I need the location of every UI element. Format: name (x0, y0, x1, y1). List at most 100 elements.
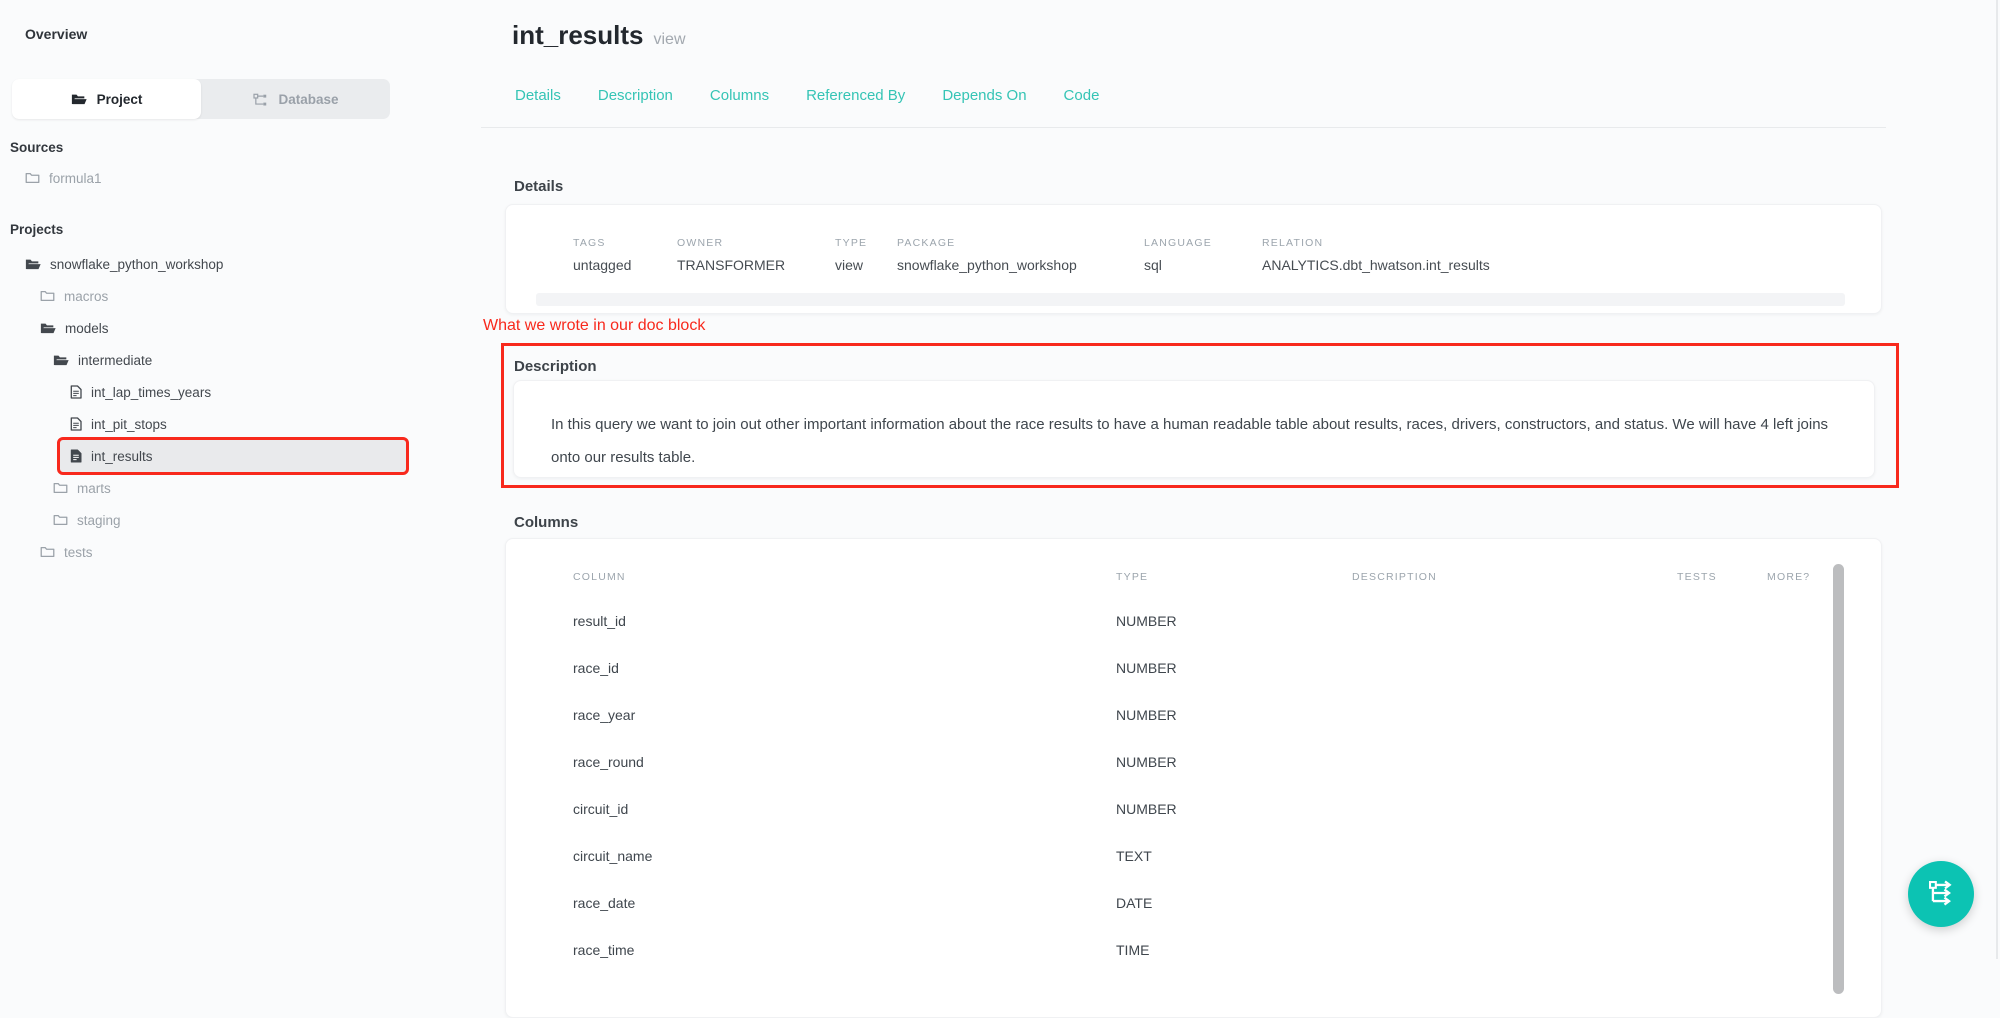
detail-field-owner: OWNERTRANSFORMER (677, 237, 835, 273)
project-toggle-button[interactable]: Project (12, 79, 201, 119)
columns-table-body: result_idNUMBERrace_idNUMBERrace_yearNUM… (573, 597, 1881, 973)
tree-item-label: intermediate (78, 353, 152, 368)
tree-item-int-results[interactable]: int_results (60, 440, 406, 472)
tree-item-label: tests (64, 545, 93, 560)
detail-field-label: TYPE (835, 237, 897, 249)
columns-heading: Columns (514, 514, 578, 531)
table-row-race-id[interactable]: race_idNUMBER (573, 644, 1881, 691)
tree-item-label: macros (64, 289, 108, 304)
folder-open-icon (53, 354, 69, 367)
detail-field-type: TYPE view (835, 237, 897, 273)
tree-item-marts[interactable]: marts (0, 472, 440, 504)
column-type-cell: TEXT (1116, 848, 1352, 864)
annotation-text: What we wrote in our doc block (483, 317, 705, 335)
column-type-cell: TIME (1116, 942, 1352, 958)
column-name-cell: circuit_name (573, 848, 1116, 864)
columns-table: COLUMNTYPEDESCRIPTIONTESTSMORE? result_i… (506, 539, 1881, 973)
main-content: int_results view Details Description Colum… (505, 0, 1882, 959)
details-heading: Details (514, 178, 563, 195)
table-row-race-time[interactable]: race_timeTIME (573, 926, 1881, 973)
tab-details[interactable]: Details (515, 87, 561, 104)
tree-item-macros[interactable]: macros (0, 280, 440, 312)
vertical-scrollbar-thumb[interactable] (1833, 564, 1844, 994)
tab-code[interactable]: Code (1064, 87, 1100, 104)
tree-item-int-pit-stops[interactable]: int_pit_stops (0, 408, 440, 440)
folder-open-icon (25, 258, 41, 271)
column-type-cell: DATE (1116, 895, 1352, 911)
tree-item-label: snowflake_python_workshop (50, 257, 223, 272)
column-header-column: COLUMN (573, 571, 1116, 583)
details-card: TAGSuntaggedOWNERTRANSFORMERTYPE viewPACK… (505, 204, 1882, 314)
columns-table-header: COLUMNTYPEDESCRIPTIONTESTSMORE? (573, 571, 1881, 583)
detail-field-tags: TAGSuntagged (573, 237, 677, 273)
folder-closed-icon (40, 290, 55, 302)
overview-heading: Overview (25, 26, 87, 42)
folder-open-icon (71, 93, 87, 106)
table-row-circuit-name[interactable]: circuit_nameTEXT (573, 832, 1881, 879)
table-row-circuit-id[interactable]: circuit_idNUMBER (573, 785, 1881, 832)
lineage-graph-icon (1926, 878, 1956, 911)
column-name-cell: race_date (573, 895, 1116, 911)
tab-description[interactable]: Description (598, 87, 673, 104)
detail-field-value: untagged (573, 257, 677, 273)
sidebar: Overview Project Database Sources formul… (0, 0, 470, 959)
column-header-type: TYPE (1116, 571, 1352, 583)
detail-field-value: view (835, 257, 897, 273)
table-row-result-id[interactable]: result_idNUMBER (573, 597, 1881, 644)
detail-field-value: snowflake_python_workshop (897, 257, 1144, 273)
tree-item-staging[interactable]: staging (0, 504, 440, 536)
tree-item-label: formula1 (49, 171, 102, 186)
database-toggle-button[interactable]: Database (201, 79, 390, 119)
detail-field-label: OWNER (677, 237, 835, 249)
detail-field-label: PACKAGE (897, 237, 1144, 249)
column-type-cell: NUMBER (1116, 801, 1352, 817)
description-text: In this query we want to join out other … (514, 381, 1874, 474)
tab-bar: Details Description Columns Referenced By De… (515, 87, 1099, 104)
tree-item-snowflake-python-workshop[interactable]: snowflake_python_workshop (0, 248, 440, 280)
folder-open-icon (40, 322, 56, 335)
file-filled-icon (70, 449, 82, 463)
columns-card: COLUMNTYPEDESCRIPTIONTESTSMORE? result_i… (505, 538, 1882, 1018)
lineage-graph-button[interactable] (1908, 861, 1974, 927)
tree-item-formula1[interactable]: formula1 (0, 162, 440, 194)
tree-item-intermediate[interactable]: intermediate (0, 344, 440, 376)
column-name-cell: race_year (573, 707, 1116, 723)
column-name-cell: race_round (573, 754, 1116, 770)
column-type-cell: NUMBER (1116, 707, 1352, 723)
page-title: int_results (512, 20, 644, 51)
column-type-cell: NUMBER (1116, 754, 1352, 770)
horizontal-scrollbar-track[interactable] (536, 293, 1845, 306)
detail-field-package: PACKAGE snowflake_python_workshop (897, 237, 1144, 273)
tab-depends-on[interactable]: Depends On (942, 87, 1026, 104)
file-icon (70, 417, 82, 431)
tree-item-label: int_lap_times_years (91, 385, 211, 400)
table-row-race-year[interactable]: race_yearNUMBER (573, 691, 1881, 738)
folder-closed-icon (53, 514, 68, 526)
database-toggle-label: Database (278, 92, 338, 107)
tree-item-label: staging (77, 513, 121, 528)
projects-heading: Projects (10, 222, 63, 237)
folder-closed-icon (25, 172, 40, 184)
description-card: In this query we want to join out other … (513, 380, 1875, 478)
view-mode-toggle: Project Database (12, 79, 390, 119)
project-tree: snowflake_python_workshopmacros models int… (0, 248, 440, 568)
title-row: int_results view (512, 20, 686, 51)
tree-item-label: int_results (91, 449, 153, 464)
column-name-cell: race_id (573, 660, 1116, 676)
tab-columns[interactable]: Columns (710, 87, 769, 104)
folder-closed-icon (53, 482, 68, 494)
sources-heading: Sources (10, 140, 63, 155)
table-row-race-round[interactable]: race_roundNUMBER (573, 738, 1881, 785)
tree-item-int-lap-times-years[interactable]: int_lap_times_years (0, 376, 440, 408)
database-tree-icon (252, 92, 268, 107)
file-icon (70, 385, 82, 399)
column-header-more-: MORE? (1767, 571, 1877, 583)
tab-referenced-by[interactable]: Referenced By (806, 87, 905, 104)
tree-item-models[interactable]: models (0, 312, 440, 344)
tree-item-tests[interactable]: tests (0, 536, 440, 568)
description-heading: Description (514, 358, 597, 375)
folder-closed-icon (40, 546, 55, 558)
sources-list: formula1 (0, 162, 440, 194)
table-row-race-date[interactable]: race_dateDATE (573, 879, 1881, 926)
resource-type-badge: view (654, 31, 686, 49)
